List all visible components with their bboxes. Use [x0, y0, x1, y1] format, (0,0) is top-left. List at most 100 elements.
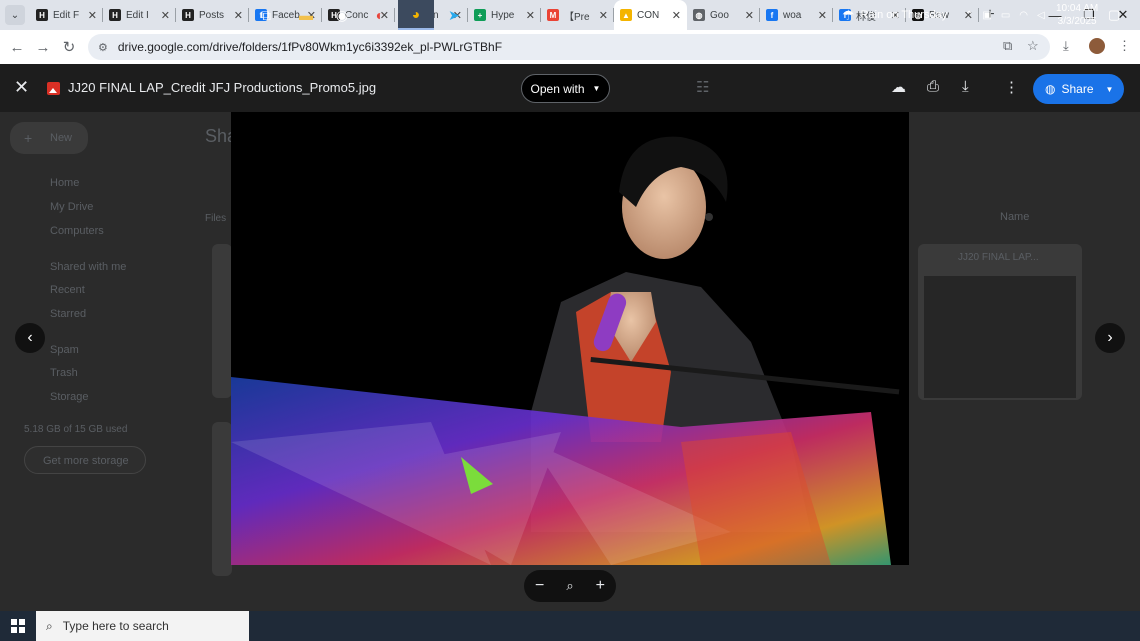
- clock-time: 10:04 AM: [1056, 3, 1099, 14]
- sort-label: Name: [1000, 211, 1030, 223]
- more-vert-icon[interactable]: ⋮: [1004, 78, 1019, 96]
- file-name: JJ20 FINAL LAP_Credit JFJ Productions_Pr…: [68, 80, 377, 95]
- browser-tab[interactable]: f woa ✕: [760, 0, 833, 30]
- search-icon: ⌕: [46, 618, 53, 633]
- caret-down-icon: ▼: [592, 84, 601, 93]
- new-label: New: [50, 132, 73, 144]
- browser-tab[interactable]: H Edit I ✕: [103, 0, 176, 30]
- concert-photo: [231, 112, 909, 565]
- more-vert-icon[interactable]: ⋮: [1118, 38, 1131, 54]
- facebook-icon: f: [766, 9, 778, 21]
- globe-icon: ◍: [693, 9, 705, 21]
- reload-button[interactable]: ↻: [56, 38, 82, 56]
- tab-title: Edit F: [53, 9, 80, 21]
- browser-tab[interactable]: M 【Pre ✕: [541, 0, 614, 30]
- zoom-in-button[interactable]: +: [596, 577, 605, 595]
- close-tab-icon[interactable]: ✕: [88, 9, 97, 22]
- chevron-up-icon[interactable]: ⌃: [965, 10, 973, 21]
- add-to-drive-icon[interactable]: ☁: [891, 78, 906, 96]
- close-tab-icon[interactable]: ✕: [599, 9, 608, 22]
- google-drive-icon: ▲: [620, 9, 632, 21]
- taskbar-search-box[interactable]: ⌕ Type here to search: [36, 611, 249, 641]
- folder-icon: ▬: [299, 7, 313, 23]
- close-tab-icon[interactable]: ✕: [161, 9, 170, 22]
- sidebar-item: Storage: [50, 391, 89, 403]
- close-tab-icon[interactable]: ✕: [745, 9, 754, 22]
- download-icon[interactable]: ⤓: [1063, 38, 1069, 54]
- start-button[interactable]: [0, 611, 36, 641]
- back-button[interactable]: ←: [4, 39, 30, 56]
- zoom-out-button[interactable]: −: [535, 577, 544, 595]
- file-card-thumbnail: [924, 276, 1076, 398]
- battery-icon[interactable]: ▭: [1001, 10, 1010, 21]
- tab-search-button[interactable]: ⌄: [5, 5, 25, 25]
- hyp-logo-icon: H: [36, 9, 48, 21]
- bookmark-star-icon[interactable]: ☆: [1027, 38, 1039, 54]
- zoom-reset-icon[interactable]: ⌕: [566, 578, 573, 594]
- install-app-icon[interactable]: ⧉: [1003, 38, 1012, 54]
- media-player-button[interactable]: ◉: [324, 0, 360, 30]
- app-button[interactable]: ◐: [362, 0, 398, 30]
- system-tray: ⌃ ▣ ▭ ◠ ◁: [965, 0, 1045, 30]
- chrome-button[interactable]: ◕: [398, 0, 434, 30]
- download-icon[interactable]: ⤓: [962, 78, 969, 95]
- get-storage-button: Get more storage: [24, 446, 146, 474]
- preview-image: [231, 112, 909, 565]
- browser-tab[interactable]: + Hype ✕: [468, 0, 541, 30]
- notifications-button[interactable]: ▢: [1108, 0, 1120, 30]
- storage-used-text: 5.18 GB of 15 GB used: [24, 424, 128, 435]
- browser-tab[interactable]: ◍ Goo ✕: [687, 0, 760, 30]
- meet-icon[interactable]: ▣: [982, 10, 991, 21]
- gmail-icon: M: [547, 9, 559, 21]
- sidebar-item: Home: [50, 177, 80, 189]
- plus-icon: +: [24, 130, 33, 146]
- network-icon[interactable]: ◠: [1019, 10, 1028, 21]
- caret-down-icon: ▼: [1105, 84, 1114, 94]
- browser-tab[interactable]: H Edit F ✕: [30, 0, 103, 30]
- arrow-left-icon: ←: [9, 38, 25, 56]
- task-view-icon: ⧉: [261, 6, 271, 23]
- next-file-button[interactable]: ›: [1095, 323, 1125, 353]
- volume-icon[interactable]: ◁: [1037, 10, 1045, 21]
- search-placeholder: Type here to search: [62, 619, 169, 633]
- close-tab-icon[interactable]: ✕: [234, 9, 243, 22]
- sidebar-item: Shared with me: [50, 261, 127, 273]
- sidebar-item: Starred: [50, 308, 87, 320]
- share-button[interactable]: ◍ Share ▼: [1033, 74, 1124, 104]
- telegram-icon: ➤: [448, 6, 460, 23]
- tab-list: HEdit F✕HEdit I✕HPosts✕fFaceb✕HConc✕•Chi…: [30, 0, 979, 30]
- files-label: Files: [205, 213, 227, 224]
- ring-icon: ◐: [375, 7, 385, 23]
- tab-title: Posts: [199, 9, 225, 21]
- file-card: JJ20 FINAL LAP...: [918, 244, 1082, 400]
- image-file-icon: [47, 82, 60, 95]
- close-tab-icon[interactable]: ✕: [818, 9, 827, 22]
- taskbar: ⌕ Type here to search: [0, 611, 1140, 641]
- open-with-button[interactable]: Open with ▼: [521, 74, 610, 103]
- close-tab-icon[interactable]: ✕: [672, 9, 681, 22]
- hyp-logo-icon: H: [182, 9, 194, 21]
- browser-tab[interactable]: H Posts ✕: [176, 0, 249, 30]
- file-explorer-button[interactable]: ▬: [288, 0, 324, 30]
- print-icon[interactable]: ⎙: [927, 78, 939, 95]
- url-field[interactable]: ⚙ drive.google.com/drive/folders/1fPv80W…: [88, 34, 1050, 60]
- browser-tab[interactable]: ▲ CON ✕: [614, 0, 687, 30]
- chevron-left-icon: ‹: [27, 329, 33, 346]
- previous-file-button[interactable]: ‹: [15, 323, 45, 353]
- close-tab-icon[interactable]: ✕: [526, 9, 535, 22]
- hyp-logo-icon: H: [109, 9, 121, 21]
- close-viewer-button[interactable]: ✕: [14, 77, 29, 98]
- telegram-button[interactable]: ➤: [436, 0, 472, 30]
- forward-button[interactable]: →: [30, 39, 56, 56]
- tab-title: 【Pre: [564, 11, 590, 23]
- chevron-down-icon: ⌄: [10, 9, 20, 21]
- task-view-button[interactable]: ⧉: [248, 0, 284, 30]
- chevron-right-icon: ›: [1107, 329, 1113, 346]
- site-info-icon[interactable]: ⚙: [98, 41, 108, 54]
- google-sheets-icon: +: [474, 9, 486, 21]
- tab-title: CON: [637, 9, 660, 21]
- clock[interactable]: 10:04 AM 3/3/2025: [1056, 0, 1098, 30]
- profile-avatar[interactable]: [1089, 38, 1105, 54]
- file-card-left: [212, 244, 232, 398]
- weather-widget[interactable]: ☂ Rain on Thursday: [842, 0, 947, 30]
